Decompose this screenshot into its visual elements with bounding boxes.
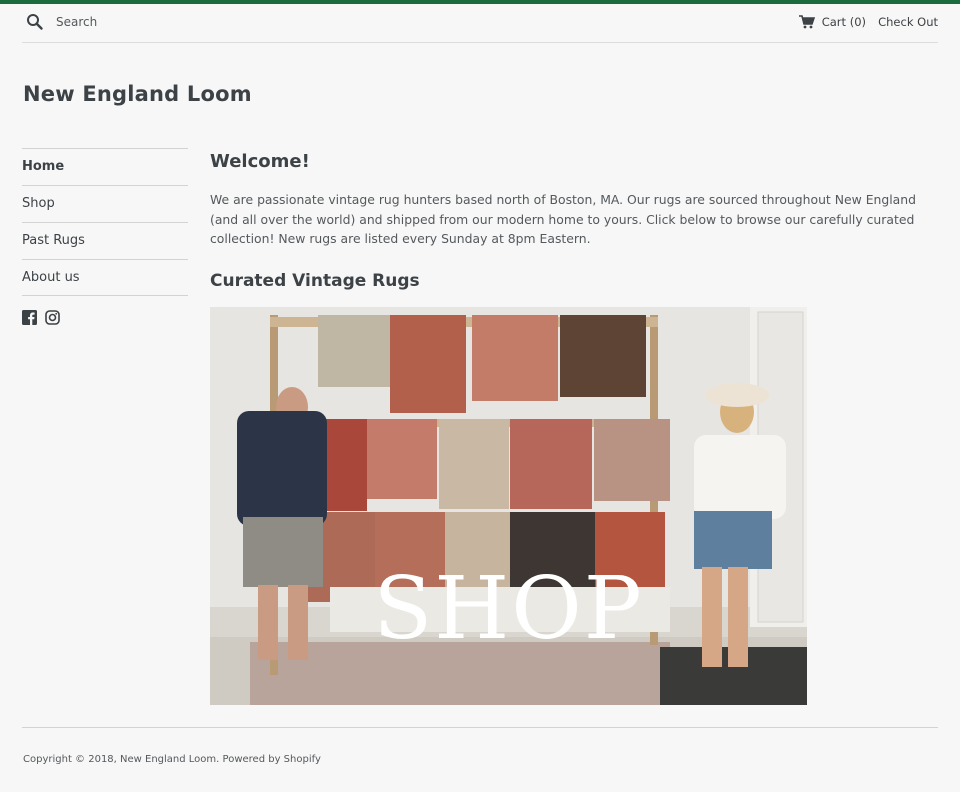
footer-divider — [22, 727, 938, 728]
search-input[interactable] — [56, 13, 256, 31]
social-links — [22, 310, 188, 325]
shop-hero-image[interactable]: SHOP — [210, 307, 807, 705]
cart-label: Cart (0) — [821, 15, 866, 29]
main-content: Welcome! We are passionate vintage rug h… — [210, 148, 938, 705]
instagram-icon[interactable] — [45, 310, 60, 325]
sidebar-nav: Home Shop Past Rugs About us — [22, 148, 188, 325]
search-icon[interactable] — [26, 13, 44, 31]
copyright-text: Copyright © 2018, New England Loom. — [23, 754, 220, 765]
powered-by-link[interactable]: Powered by Shopify — [223, 754, 321, 765]
intro-text: We are passionate vintage rug hunters ba… — [210, 192, 916, 246]
cart-link[interactable]: Cart (0) — [798, 15, 866, 29]
cart-icon — [798, 15, 815, 29]
footer: Copyright © 2018, New England Loom. Powe… — [23, 754, 321, 765]
header: Cart (0) Check Out — [22, 4, 938, 43]
nav-item-home[interactable]: Home — [22, 148, 188, 185]
site-title[interactable]: New England Loom — [23, 82, 252, 106]
welcome-heading: Welcome! — [210, 151, 310, 172]
curated-heading: Curated Vintage Rugs — [210, 270, 420, 291]
nav-item-past-rugs[interactable]: Past Rugs — [22, 222, 188, 259]
nav-item-about-us[interactable]: About us — [22, 259, 188, 296]
shop-overlay-text: SHOP — [373, 559, 644, 659]
checkout-link[interactable]: Check Out — [878, 15, 938, 29]
facebook-icon[interactable] — [22, 310, 37, 325]
search-bar — [26, 13, 256, 31]
nav-item-shop[interactable]: Shop — [22, 185, 188, 222]
